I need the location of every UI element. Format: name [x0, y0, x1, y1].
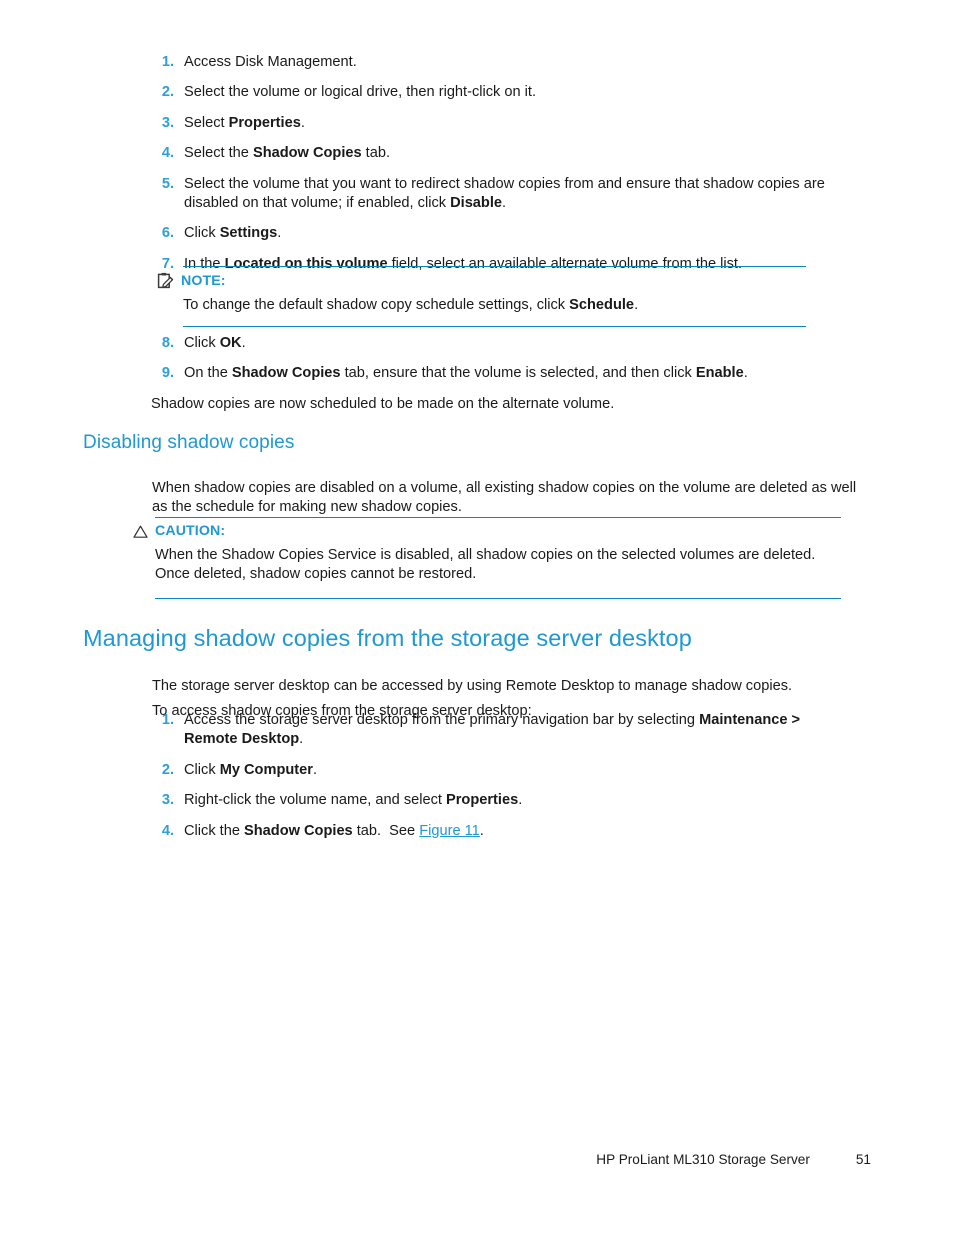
list-item: 4. Select the Shadow Copies tab.	[150, 144, 860, 163]
document-page: 1. Access Disk Management. 2. Select the…	[0, 0, 954, 1235]
list-item: 1. Access the storage server desktop fro…	[150, 711, 850, 750]
step-text: Select Properties.	[184, 114, 305, 131]
note-header: NOTE:	[157, 272, 806, 289]
step-number: 3.	[161, 114, 174, 131]
list-item: 2. Select the volume or logical drive, t…	[150, 83, 860, 102]
step-number: 3.	[161, 792, 174, 809]
caution-title: CAUTION:	[155, 523, 226, 539]
step-number: 2.	[161, 84, 174, 101]
step-text: Click Settings.	[184, 225, 282, 242]
note-bottom-rule	[183, 326, 806, 328]
step-number: 5.	[161, 175, 174, 192]
warning-triangle-icon	[133, 524, 148, 539]
step-text: Click the Shadow Copies tab. See Figure …	[184, 822, 484, 839]
list-item: 2. Click My Computer.	[150, 761, 850, 780]
list-item: 3. Right-click the volume name, and sele…	[150, 791, 850, 810]
step-text: On the Shadow Copies tab, ensure that th…	[184, 365, 748, 382]
procedure-steps-managing: 1. Access the storage server desktop fro…	[150, 711, 850, 852]
note-title: NOTE:	[181, 272, 226, 289]
caution-header: CAUTION:	[133, 523, 841, 539]
step-text: Select the volume that you want to redir…	[184, 175, 825, 212]
step-text: Right-click the volume name, and select …	[184, 792, 523, 809]
figure-11-link[interactable]: Figure 11	[419, 823, 480, 839]
note-body: To change the default shadow copy schedu…	[183, 297, 639, 313]
step-text: Click OK.	[184, 335, 246, 351]
note-top-rule	[183, 266, 806, 267]
paragraph-managing-1: The storage server desktop can be access…	[152, 677, 793, 694]
section-heading-disabling-shadow-copies: Disabling shadow copies	[83, 432, 295, 453]
procedure-closing-paragraph: Shadow copies are now scheduled to be ma…	[151, 395, 615, 412]
step-number: 9.	[161, 365, 174, 382]
note-clipboard-icon	[157, 272, 174, 289]
step-text: Access the storage server desktop from t…	[184, 712, 801, 748]
step-text: Select the Shadow Copies tab.	[184, 145, 391, 162]
list-item: 3. Select Properties.	[150, 114, 860, 133]
procedure-steps-8-9: 8. Click OK. 9. On the Shadow Copies tab…	[150, 334, 860, 414]
step-text: Select the volume or logical drive, then…	[184, 84, 537, 101]
section-heading-managing-shadow-copies: Managing shadow copies from the storage …	[83, 625, 692, 651]
step-number: 8.	[161, 335, 174, 351]
footer-product-name: HP ProLiant ML310 Storage Server	[596, 1152, 810, 1167]
step-number: 4.	[161, 822, 174, 839]
list-item: 9. On the Shadow Copies tab, ensure that…	[150, 364, 860, 383]
caution-body: When the Shadow Copies Service is disabl…	[155, 547, 816, 583]
step-text: Click My Computer.	[184, 761, 317, 778]
step-number: 1.	[161, 712, 174, 728]
paragraph-disabling-shadow-copies: When shadow copies are disabled on a vol…	[152, 479, 857, 515]
procedure-steps-1-7: 1. Access Disk Management. 2. Select the…	[150, 53, 860, 285]
step-text: Access Disk Management.	[184, 54, 357, 70]
footer-page-number: 51	[855, 1152, 871, 1167]
step-number: 4.	[161, 145, 174, 162]
step-number: 1.	[161, 54, 174, 70]
step-number: 6.	[161, 225, 174, 242]
list-item: 8. Click OK.	[150, 334, 860, 353]
note-admonition: NOTE: To change the default shadow copy …	[157, 266, 806, 328]
caution-top-rule	[155, 517, 841, 518]
step-number: 2.	[161, 761, 174, 778]
list-item: 4. Click the Shadow Copies tab. See Figu…	[150, 822, 850, 841]
list-item: 6. Click Settings.	[150, 224, 860, 243]
page-footer: HP ProLiant ML310 Storage Server 51	[0, 1152, 954, 1167]
list-item: 1. Access Disk Management.	[150, 53, 860, 72]
list-item: 5. Select the volume that you want to re…	[150, 175, 860, 214]
caution-bottom-rule	[155, 597, 841, 599]
caution-admonition: CAUTION: When the Shadow Copies Service …	[133, 517, 841, 599]
